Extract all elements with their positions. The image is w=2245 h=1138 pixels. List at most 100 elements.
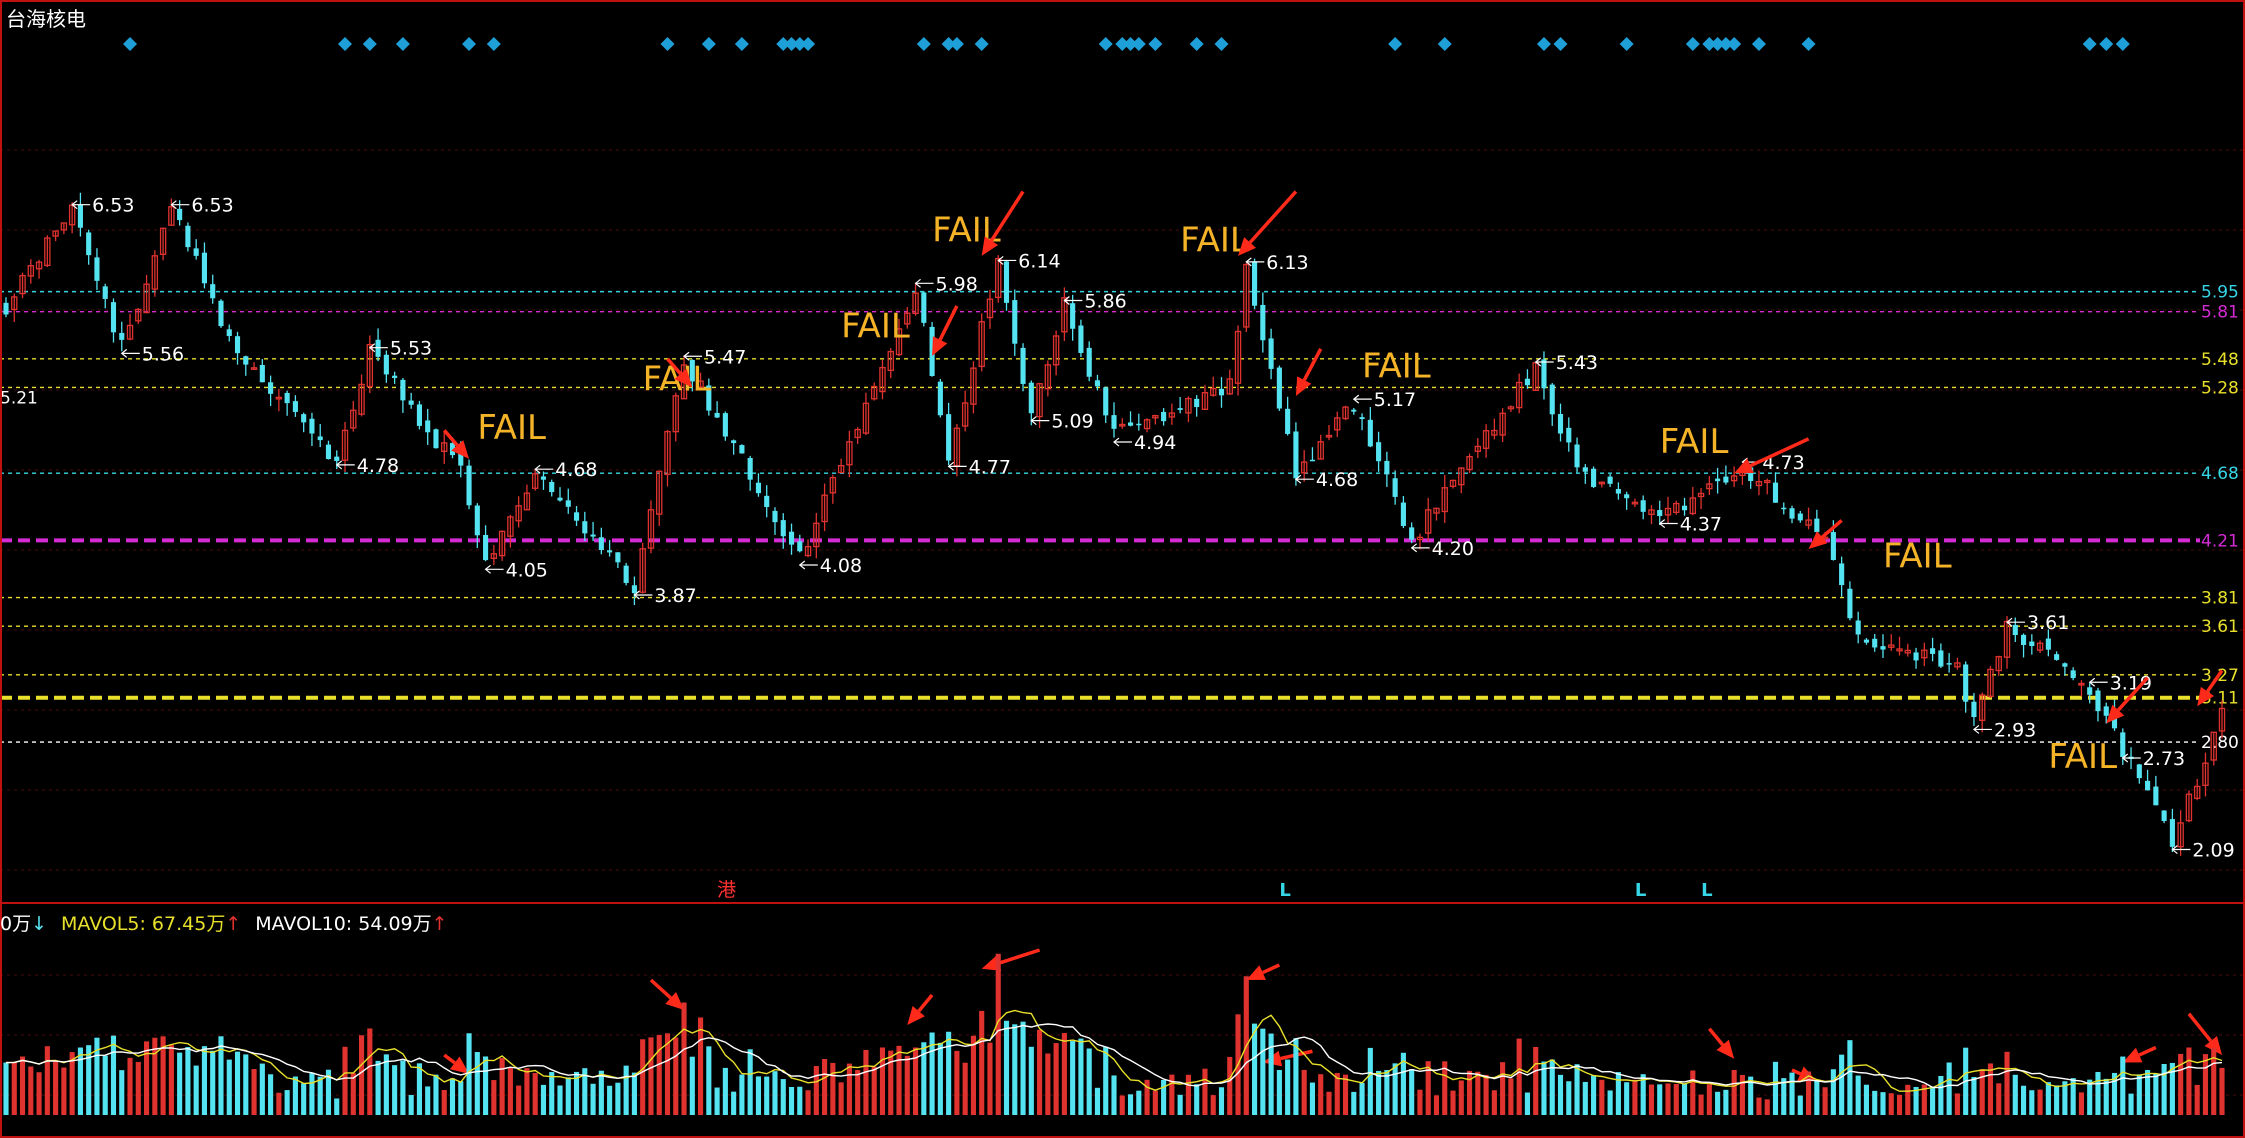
candle-body-down bbox=[772, 510, 778, 523]
volume-bar bbox=[416, 1063, 422, 1115]
volume-bar bbox=[11, 1062, 17, 1115]
volume-bar bbox=[36, 1072, 42, 1115]
candle-body-down bbox=[234, 336, 241, 354]
volume-bar bbox=[350, 1072, 356, 1115]
candle-body-down bbox=[433, 429, 439, 449]
volume-bar bbox=[1351, 1091, 1357, 1115]
volume-bar bbox=[1624, 1082, 1630, 1115]
volume-bar bbox=[797, 1086, 803, 1115]
candle-body-down bbox=[1549, 384, 1555, 415]
volume-bar bbox=[425, 1086, 431, 1115]
price-level-label: 5.81 bbox=[2201, 303, 2239, 323]
volume-bar bbox=[871, 1066, 877, 1115]
volume-bar bbox=[1458, 1080, 1464, 1115]
volume-bar bbox=[995, 953, 1001, 1115]
candle-body-down bbox=[483, 535, 489, 561]
candle-body-down bbox=[946, 414, 952, 461]
candle-body-down bbox=[86, 232, 92, 256]
candle-body-down bbox=[2087, 687, 2093, 695]
volume-bar bbox=[1086, 1048, 1092, 1115]
volume-bar bbox=[1342, 1074, 1349, 1115]
l-marker: L bbox=[1701, 880, 1712, 901]
candle-body-down bbox=[565, 500, 571, 507]
price-label: 6.53 bbox=[92, 195, 134, 217]
volume-bar bbox=[292, 1076, 298, 1115]
candle-body-down bbox=[1086, 347, 1092, 377]
volume-bar bbox=[979, 1010, 985, 1115]
candle-body-down bbox=[1855, 620, 1861, 635]
volume-bar bbox=[342, 1046, 348, 1115]
candle-body-down bbox=[1681, 505, 1688, 511]
volume-bar bbox=[532, 1073, 538, 1115]
volume-bar bbox=[896, 1045, 902, 1115]
candle-body-down bbox=[1252, 261, 1258, 306]
volume-bar bbox=[1508, 1078, 1514, 1115]
candle-body-down bbox=[77, 204, 83, 228]
candle-body-down bbox=[1772, 482, 1779, 503]
candle-body-down bbox=[1078, 325, 1084, 353]
candle-body-down bbox=[2045, 638, 2051, 650]
volume-bar bbox=[1756, 1097, 1762, 1115]
candle-body-down bbox=[2095, 690, 2101, 712]
volume-bar bbox=[1210, 1095, 1216, 1115]
volume-bar bbox=[226, 1059, 232, 1115]
volume-bar bbox=[764, 1076, 770, 1115]
volume-bar bbox=[1880, 1092, 1886, 1115]
volume-bar bbox=[1673, 1083, 1679, 1115]
volume-bar bbox=[1698, 1094, 1704, 1115]
volume-bar bbox=[1491, 1090, 1497, 1115]
volume-bar bbox=[1905, 1084, 1911, 1115]
volume-bar bbox=[185, 1047, 191, 1115]
candle-body-down bbox=[218, 300, 224, 327]
vol-value: 0万 bbox=[0, 913, 31, 935]
fail-label: FAIL bbox=[1883, 537, 1952, 577]
volume-bar bbox=[1681, 1083, 1688, 1115]
candle-body-down bbox=[1177, 408, 1183, 410]
volume-bar bbox=[309, 1072, 315, 1115]
volume-bar bbox=[474, 1052, 480, 1115]
volume-bar bbox=[408, 1094, 414, 1115]
candle-body-down bbox=[1938, 650, 1944, 667]
fail-label: FAIL bbox=[2048, 737, 2117, 777]
candle-body-down bbox=[284, 392, 290, 404]
volume-bar bbox=[946, 1031, 952, 1115]
volume-bar bbox=[2194, 1084, 2200, 1115]
volume-bar bbox=[2103, 1078, 2109, 1115]
candle-body-down bbox=[1781, 507, 1787, 510]
volume-bar bbox=[772, 1071, 778, 1115]
price-label: 5.53 bbox=[390, 338, 432, 360]
price-label: 3.87 bbox=[654, 585, 696, 607]
volume-bar bbox=[846, 1063, 852, 1115]
volume-bar bbox=[441, 1090, 447, 1115]
candle-body-down bbox=[590, 534, 596, 537]
candle-body-down bbox=[573, 512, 580, 521]
volume-bar bbox=[1111, 1075, 1117, 1115]
candle-body-down bbox=[540, 476, 547, 480]
candle-body-down bbox=[1541, 359, 1547, 389]
volume-bar bbox=[540, 1084, 547, 1115]
candle-body-down bbox=[1028, 382, 1034, 414]
candle-body-down bbox=[383, 354, 389, 375]
candle-body-down bbox=[1814, 518, 1820, 533]
volume-bar bbox=[1061, 1033, 1067, 1115]
volume-bar bbox=[1020, 1021, 1026, 1115]
candle-body-down bbox=[292, 401, 298, 412]
candle-body-down bbox=[1367, 419, 1373, 447]
volume-bar bbox=[1103, 1046, 1109, 1115]
volume-bar bbox=[2095, 1071, 2101, 1115]
mavol10-trend-icon: ↑ bbox=[432, 913, 448, 935]
volume-bar bbox=[2128, 1093, 2134, 1115]
candle-body-down bbox=[1409, 527, 1415, 540]
candle-body-down bbox=[607, 550, 613, 553]
candle-body-down bbox=[1624, 494, 1630, 499]
candle-body-down bbox=[1863, 639, 1870, 643]
volume-bar bbox=[1715, 1091, 1721, 1115]
volume-bar bbox=[2153, 1073, 2159, 1115]
volume-bar bbox=[1971, 1076, 1977, 1115]
candle-body-down bbox=[1797, 513, 1803, 521]
vol-trend-icon: ↓ bbox=[31, 913, 47, 935]
candle-body-down bbox=[226, 329, 232, 337]
volume-bar bbox=[838, 1082, 844, 1115]
volume-bar bbox=[276, 1092, 282, 1115]
volume-bar bbox=[1723, 1089, 1729, 1115]
